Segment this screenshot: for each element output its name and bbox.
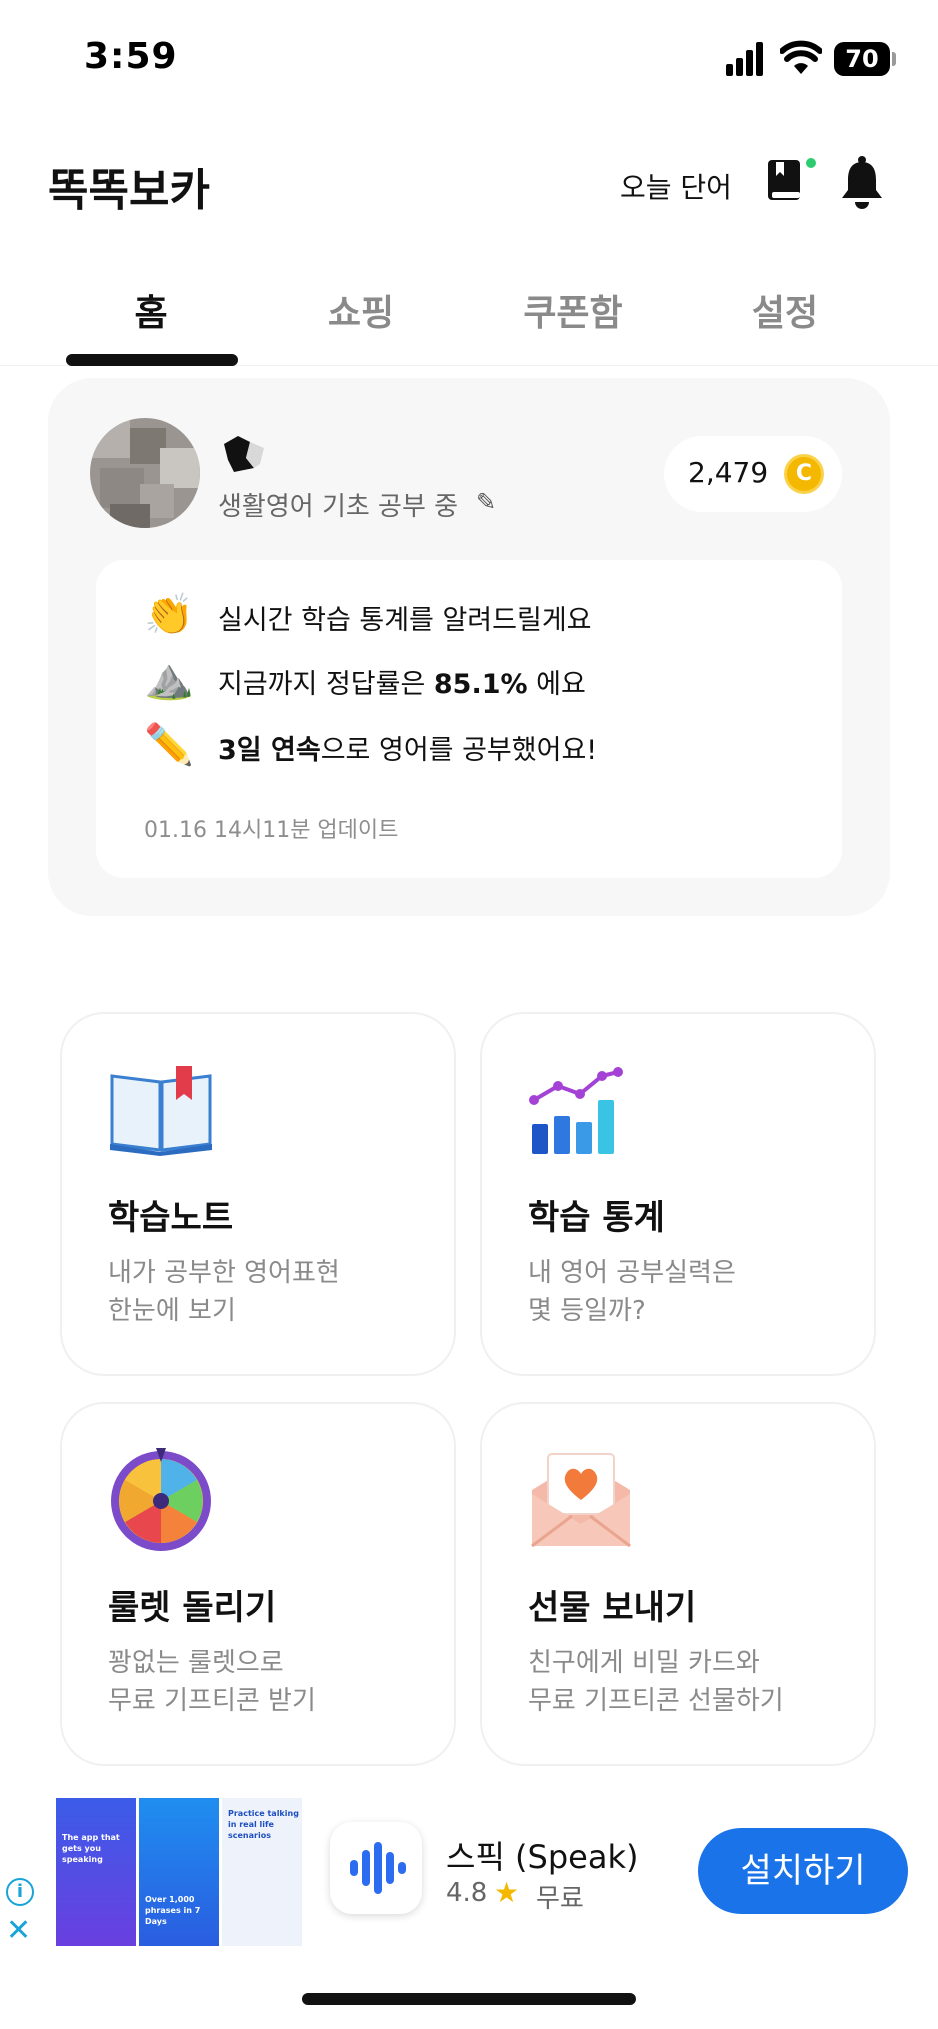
ad-screenshots: The app that gets you speaking Over 1,00… [56, 1798, 302, 1946]
feature-desc: 내 영어 공부실력은 몇 등일까? [528, 1258, 736, 1326]
battery-icon: 70 [834, 42, 890, 76]
status-bar: 3:59 70 [0, 0, 938, 120]
study-notes-card[interactable]: 학습노트 내가 공부한 영어표현 한눈에 보기 [60, 1012, 456, 1376]
open-book-icon [110, 1066, 212, 1156]
app-title: 똑똑보카 [48, 165, 210, 216]
streak-value: 3일 연속 [218, 735, 321, 766]
roulette-wheel-icon [111, 1448, 211, 1551]
pencil-icon: ✏️ [144, 722, 194, 768]
ad-banner[interactable]: i ✕ The app that gets you speaking Over … [0, 1790, 938, 1960]
ad-screenshot-2: Over 1,000 phrases in 7 Days [139, 1798, 219, 1946]
tab-bar: 홈 쇼핑 쿠폰함 설정 [0, 270, 938, 366]
accuracy-value: 85.1% [433, 669, 528, 700]
wordbook-icon[interactable] [766, 158, 804, 204]
bar-chart-icon [529, 1067, 623, 1154]
ad-screenshot-1: The app that gets you speaking [56, 1798, 136, 1946]
streak-text: 3일 연속으로 영어를 공부했어요! [218, 735, 598, 766]
status-time: 3:59 [84, 36, 178, 77]
today-word-button[interactable]: 오늘 단어 [620, 166, 732, 206]
notification-bell-icon[interactable] [838, 154, 886, 210]
new-badge-dot [806, 158, 816, 168]
profile-card: 생활영어 기초 공부 중 ✎ 2,479 C 👏 실시간 학습 통계를 알려드릴… [48, 378, 890, 916]
feature-desc: 친구에게 비밀 카드와 무료 기프티콘 선물하기 [528, 1648, 784, 1716]
avatar[interactable] [90, 418, 200, 528]
battery-cap [892, 52, 896, 66]
ad-price: 무료 [536, 1884, 584, 1914]
study-status-text: 생활영어 기초 공부 중 [218, 492, 459, 522]
learning-stats-box: 👏 실시간 학습 통계를 알려드릴게요 ⛰️ 지금까지 정답률은 85.1% 에… [96, 560, 842, 878]
active-tab-indicator [66, 354, 238, 366]
envelope-heart-icon [531, 1453, 631, 1548]
ad-rating: 4.8 [446, 1878, 488, 1908]
star-icon: ★ [494, 1876, 520, 1909]
app-header: 똑똑보카 오늘 단어 [0, 140, 938, 230]
ad-install-button[interactable]: 설치하기 [698, 1828, 908, 1914]
feature-desc: 내가 공부한 영어표현 한눈에 보기 [108, 1258, 340, 1326]
tab-coupons[interactable]: 쿠폰함 [498, 284, 648, 336]
cellular-signal-icon [726, 42, 766, 76]
ad-close-icon[interactable]: ✕ [6, 1916, 31, 1946]
feature-title: 학습노트 [108, 1198, 234, 1238]
send-gift-card[interactable]: 선물 보내기 친구에게 비밀 카드와 무료 기프티콘 선물하기 [480, 1402, 876, 1766]
study-stats-card[interactable]: 학습 통계 내 영어 공부실력은 몇 등일까? [480, 1012, 876, 1376]
feature-title: 학습 통계 [528, 1198, 665, 1238]
tab-shopping[interactable]: 쇼핑 [286, 284, 436, 336]
feature-desc: 꽝없는 룰렛으로 무료 기프티콘 받기 [108, 1648, 316, 1716]
username-blurred [224, 436, 264, 472]
coin-value: 2,479 [688, 456, 769, 489]
mountain-icon: ⛰️ [144, 656, 194, 702]
wifi-icon [780, 40, 822, 74]
coin-icon: C [784, 454, 824, 494]
ad-screenshot-3: Practice talking in real life scenarios [222, 1798, 302, 1946]
coin-balance[interactable]: 2,479 C [664, 436, 842, 512]
updated-timestamp: 01.16 14시11분 업데이트 [144, 818, 399, 843]
ad-app-name: 스픽 (Speak) [446, 1838, 639, 1876]
home-indicator [302, 1993, 636, 2005]
accuracy-text: 지금까지 정답률은 85.1% 에요 [218, 669, 586, 700]
feature-title: 룰렛 돌리기 [108, 1588, 277, 1628]
feature-title: 선물 보내기 [528, 1588, 697, 1628]
edit-pencil-icon[interactable]: ✎ [476, 488, 496, 516]
stats-intro: 실시간 학습 통계를 알려드릴게요 [218, 605, 592, 636]
clapping-hands-icon: 👏 [144, 592, 194, 638]
tab-settings[interactable]: 설정 [710, 284, 860, 336]
ad-info-icon[interactable]: i [6, 1878, 34, 1906]
tab-home[interactable]: 홈 [76, 284, 226, 336]
speak-app-icon [330, 1822, 422, 1914]
roulette-card[interactable]: 룰렛 돌리기 꽝없는 룰렛으로 무료 기프티콘 받기 [60, 1402, 456, 1766]
